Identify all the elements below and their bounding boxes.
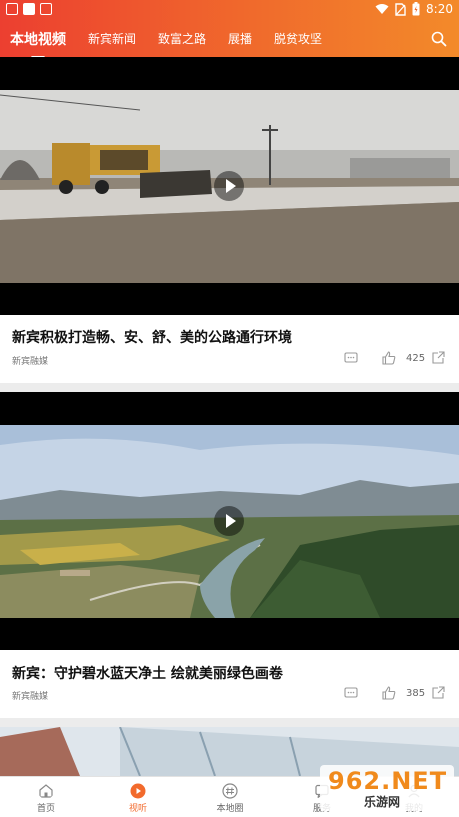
nav-audiovisual-label: 视听 [128, 804, 147, 814]
status-bar: 8:20 [0, 0, 459, 20]
play-button[interactable] [214, 506, 244, 536]
comment-icon[interactable] [344, 687, 358, 699]
tab-showcase[interactable]: 展播 [228, 30, 252, 47]
tab-road-to-wealth[interactable]: 致富之路 [158, 30, 206, 47]
tab-local-video[interactable]: 本地视频 [10, 29, 66, 59]
nav-local-circle-label: 本地圈 [216, 804, 244, 814]
article-title[interactable]: 新宾：守护碧水蓝天净土 绘就美丽绿色画卷 [12, 663, 283, 683]
search-icon[interactable] [431, 31, 447, 47]
play-button[interactable] [214, 171, 244, 201]
hash-circle-icon [222, 783, 238, 799]
share-icon[interactable] [432, 351, 445, 364]
home-icon [39, 784, 53, 798]
nav-local-circle[interactable]: 本地圈 [184, 777, 276, 817]
battery-charging-icon [412, 2, 420, 16]
no-sim-icon [395, 2, 406, 16]
like-count: 425 [406, 353, 426, 364]
article-source: 新宾融媒 [12, 692, 49, 702]
notification-icons [6, 3, 52, 15]
comment-icon[interactable] [344, 352, 358, 364]
share-icon[interactable] [432, 686, 445, 699]
notification-icon [6, 3, 18, 15]
tab-poverty-alleviation[interactable]: 脱贫攻坚 [274, 30, 322, 47]
notification-icon [23, 3, 35, 15]
watermark-domain: 962.NET [328, 767, 448, 795]
nav-home-label: 首页 [36, 804, 55, 814]
nav-home[interactable]: 首页 [0, 777, 92, 817]
nav-audiovisual[interactable]: 视听 [92, 777, 184, 817]
notification-icon [40, 3, 52, 15]
wifi-icon [375, 4, 389, 14]
like-icon[interactable] [382, 351, 396, 365]
video-card[interactable]: 新宾：守护碧水蓝天净土 绘就美丽绿色画卷 新宾融媒 385 [0, 392, 459, 718]
top-tab-bar: 本地视频 新宾新闻 致富之路 展播 脱贫攻坚 [0, 20, 459, 59]
site-watermark: 962.NET 乐游网 [320, 765, 454, 811]
video-card[interactable]: 新宾积极打造畅、安、舒、美的公路通行环境 新宾融媒 425 [0, 57, 459, 383]
article-title[interactable]: 新宾积极打造畅、安、舒、美的公路通行环境 [12, 327, 292, 347]
clock: 8:20 [426, 2, 453, 16]
play-circle-icon [130, 783, 146, 799]
article-source: 新宾融媒 [12, 357, 49, 367]
like-count: 385 [406, 688, 426, 699]
watermark-brand: 乐游网 [364, 795, 401, 809]
like-icon[interactable] [382, 686, 396, 700]
video-player[interactable] [0, 57, 459, 315]
tab-xinbin-news[interactable]: 新宾新闻 [88, 30, 136, 47]
video-player[interactable] [0, 392, 459, 650]
